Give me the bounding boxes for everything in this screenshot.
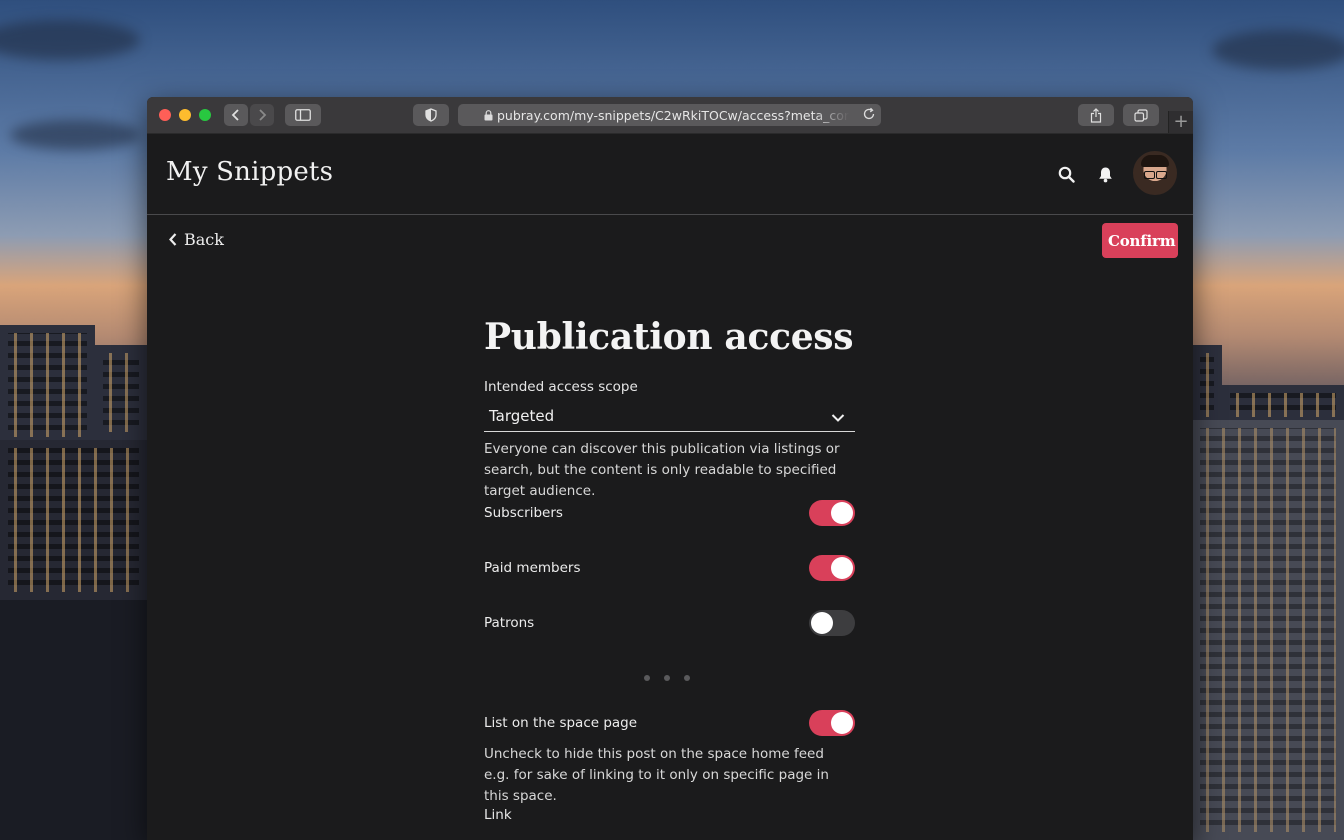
chevron-right-icon	[259, 109, 267, 121]
browser-toolbar: pubray.com/my-snippets/C2wRkiTOCw/access…	[147, 97, 1193, 134]
chevron-down-icon	[831, 407, 845, 429]
paid-members-row: Paid members	[484, 555, 855, 583]
search-icon[interactable]	[1056, 164, 1076, 184]
close-window-button[interactable]	[159, 109, 171, 121]
desktop-wallpaper-right	[1192, 0, 1344, 840]
scope-description: Everyone can discover this publication v…	[484, 441, 840, 499]
zoom-window-button[interactable]	[199, 109, 211, 121]
access-scope-select[interactable]: Targeted	[484, 405, 855, 432]
bell-icon[interactable]	[1095, 164, 1115, 184]
tab-overview-button[interactable]	[1123, 104, 1159, 126]
address-bar[interactable]: pubray.com/my-snippets/C2wRkiTOCw/access…	[458, 104, 881, 126]
confirm-button[interactable]: Confirm	[1102, 223, 1178, 258]
back-nav-button[interactable]	[224, 104, 248, 126]
avatar[interactable]	[1133, 151, 1177, 195]
patrons-row: Patrons	[484, 610, 855, 638]
forward-nav-button[interactable]	[250, 104, 274, 126]
subscribers-label: Subscribers	[484, 505, 563, 521]
page-title: Publication access	[484, 316, 854, 358]
share-button[interactable]	[1078, 104, 1114, 126]
sidebar-icon	[295, 109, 311, 121]
patrons-label: Patrons	[484, 615, 535, 631]
url-text: pubray.com/my-snippets/C2wRkiTOCw/access…	[497, 107, 849, 123]
patrons-toggle[interactable]	[809, 610, 855, 636]
link-label: Link	[484, 807, 512, 823]
shield-icon	[425, 108, 437, 122]
back-label: Back	[184, 230, 224, 249]
chevron-left-icon	[169, 233, 177, 246]
desktop-wallpaper-left	[0, 0, 147, 840]
privacy-report-button[interactable]	[413, 104, 449, 126]
new-tab-button[interactable]: +	[1168, 111, 1193, 133]
list-on-space-row: List on the space page	[484, 710, 855, 738]
tabs-icon	[1134, 108, 1148, 122]
paid-members-toggle[interactable]	[809, 555, 855, 581]
list-on-space-description: Uncheck to hide this post on the space h…	[484, 746, 829, 804]
subscribers-toggle[interactable]	[809, 500, 855, 526]
subscribers-row: Subscribers	[484, 500, 855, 528]
minimize-window-button[interactable]	[179, 109, 191, 121]
lock-icon	[484, 109, 493, 121]
list-on-space-toggle[interactable]	[809, 710, 855, 736]
app-title[interactable]: My Snippets	[166, 157, 333, 187]
action-bar: Back Confirm	[147, 215, 1193, 265]
app-header: My Snippets	[147, 134, 1193, 215]
sidebar-toggle-button[interactable]	[285, 104, 321, 126]
reload-icon[interactable]	[862, 107, 876, 124]
share-icon	[1090, 107, 1102, 123]
access-scope-value: Targeted	[489, 407, 555, 425]
access-form: Publication access Intended access scope…	[484, 316, 855, 823]
back-button[interactable]: Back	[168, 230, 224, 249]
section-divider	[644, 675, 690, 681]
browser-window: pubray.com/my-snippets/C2wRkiTOCw/access…	[147, 97, 1193, 840]
scope-label: Intended access scope	[484, 379, 638, 395]
list-on-space-label: List on the space page	[484, 715, 638, 731]
paid-members-label: Paid members	[484, 560, 581, 576]
chevron-left-icon	[231, 109, 239, 121]
